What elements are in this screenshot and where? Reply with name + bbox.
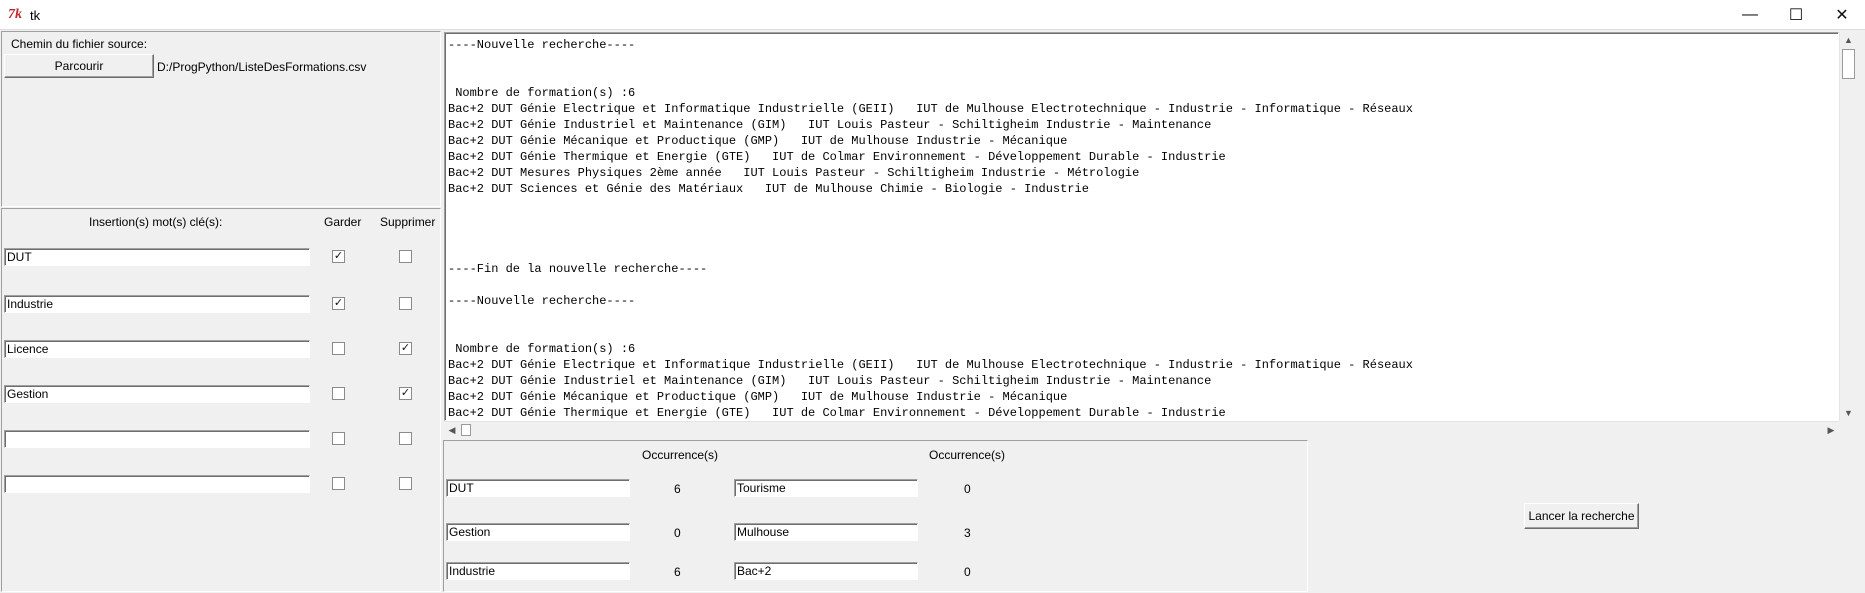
keyword-input[interactable] xyxy=(4,430,310,448)
result-line: Bac+2 DUT Génie Industriel et Maintenanc… xyxy=(448,118,1212,132)
occurrence-count: 0 xyxy=(964,482,971,496)
result-line: ----Nouvelle recherche---- xyxy=(448,38,636,52)
delete-checkbox[interactable]: ✓ xyxy=(399,342,412,355)
results-textarea[interactable]: ----Nouvelle recherche---- Nombre de for… xyxy=(444,32,1839,421)
occurrence-word-input[interactable] xyxy=(446,562,630,580)
delete-checkbox[interactable] xyxy=(399,477,412,490)
keyword-input[interactable] xyxy=(4,248,310,266)
keywords-header: Insertion(s) mot(s) clé(s): xyxy=(89,215,223,229)
result-line xyxy=(448,309,1835,325)
result-line xyxy=(448,277,1835,293)
result-line xyxy=(448,53,1835,69)
window-title: tk xyxy=(30,8,41,23)
tk-feather-icon: 7k xyxy=(8,7,22,22)
occurrence-count: 6 xyxy=(674,482,681,496)
browse-button[interactable]: Parcourir xyxy=(4,54,154,78)
vertical-scroll-thumb[interactable] xyxy=(1842,49,1855,79)
result-line xyxy=(448,325,1835,341)
occurrence-count: 0 xyxy=(964,565,971,579)
result-line: Nombre de formation(s) :6 xyxy=(448,342,636,356)
delete-header: Supprimer xyxy=(380,215,436,229)
title-bar: 7k tk — ☐ ✕ xyxy=(0,0,1865,30)
keyword-input[interactable] xyxy=(4,295,310,313)
keywords-panel: Insertion(s) mot(s) clé(s): Garder Suppr… xyxy=(1,208,441,592)
result-line: Bac+2 DUT Génie Thermique et Energie (GT… xyxy=(448,406,1226,420)
occurrence-word-input[interactable] xyxy=(734,479,918,497)
occurrences-header-left: Occurrence(s) xyxy=(642,448,719,462)
result-line: Bac+2 DUT Génie Electrique et Informatiq… xyxy=(448,358,1413,372)
result-line xyxy=(448,229,1835,245)
occurrence-word-input[interactable] xyxy=(446,479,630,497)
occurrence-count: 0 xyxy=(674,526,681,540)
keep-checkbox[interactable] xyxy=(332,432,345,445)
result-line: Bac+2 DUT Génie Electrique et Informatiq… xyxy=(448,102,1413,116)
source-file-label: Chemin du fichier source: xyxy=(11,37,148,51)
keep-checkbox[interactable]: ✓ xyxy=(332,250,345,263)
delete-checkbox[interactable] xyxy=(399,250,412,263)
result-line xyxy=(448,69,1835,85)
result-line: Bac+2 DUT Génie Mécanique et Productique… xyxy=(448,134,1068,148)
close-icon[interactable]: ✕ xyxy=(1819,0,1865,30)
results-vertical-scrollbar[interactable]: ▲ ▼ xyxy=(1839,32,1857,421)
result-line: Bac+2 DUT Mesures Physiques 2ème année I… xyxy=(448,166,1140,180)
occurrence-word-input[interactable] xyxy=(734,562,918,580)
scroll-left-icon[interactable]: ◀ xyxy=(444,422,460,438)
horizontal-scroll-thumb[interactable] xyxy=(461,424,471,436)
occurrences-panel: Occurrence(s) Occurrence(s) 6 0 6 0 3 0 xyxy=(443,440,1308,592)
result-line: Bac+2 DUT Génie Thermique et Energie (GT… xyxy=(448,150,1226,164)
result-line: ----Fin de la nouvelle recherche---- xyxy=(448,262,708,276)
occurrence-word-input[interactable] xyxy=(446,523,630,541)
occurrences-header-right: Occurrence(s) xyxy=(929,448,1006,462)
result-line xyxy=(448,245,1835,261)
source-file-panel: Chemin du fichier source: Parcourir D:/P… xyxy=(1,31,441,207)
keep-checkbox[interactable]: ✓ xyxy=(332,297,345,310)
keep-checkbox[interactable] xyxy=(332,342,345,355)
keyword-input[interactable] xyxy=(4,340,310,358)
occurrence-word-input[interactable] xyxy=(734,523,918,541)
keyword-input[interactable] xyxy=(4,475,310,493)
occurrence-count: 3 xyxy=(964,526,971,540)
result-line: Bac+2 DUT Sciences et Génie des Matériau… xyxy=(448,182,1089,196)
delete-checkbox[interactable] xyxy=(399,297,412,310)
scroll-down-icon[interactable]: ▼ xyxy=(1840,405,1857,421)
search-button[interactable]: Lancer la recherche xyxy=(1524,503,1639,529)
result-line: Bac+2 DUT Génie Mécanique et Productique… xyxy=(448,390,1068,404)
delete-checkbox[interactable] xyxy=(399,432,412,445)
keep-checkbox[interactable] xyxy=(332,387,345,400)
delete-checkbox[interactable]: ✓ xyxy=(399,387,412,400)
results-horizontal-scrollbar[interactable]: ◀ ▶ xyxy=(444,421,1839,438)
keep-checkbox[interactable] xyxy=(332,477,345,490)
keyword-input[interactable] xyxy=(4,385,310,403)
result-line xyxy=(448,213,1835,229)
scroll-up-icon[interactable]: ▲ xyxy=(1840,32,1857,48)
result-line xyxy=(448,197,1835,213)
keep-header: Garder xyxy=(324,215,362,229)
source-file-path: D:/ProgPython/ListeDesFormations.csv xyxy=(157,60,367,74)
result-line: Nombre de formation(s) :6 xyxy=(448,86,636,100)
occurrence-count: 6 xyxy=(674,565,681,579)
result-line: ----Nouvelle recherche---- xyxy=(448,294,636,308)
minimize-icon[interactable]: — xyxy=(1727,0,1773,30)
maximize-icon[interactable]: ☐ xyxy=(1773,0,1819,30)
scroll-right-icon[interactable]: ▶ xyxy=(1823,422,1839,438)
result-line: Bac+2 DUT Génie Industriel et Maintenanc… xyxy=(448,374,1212,388)
